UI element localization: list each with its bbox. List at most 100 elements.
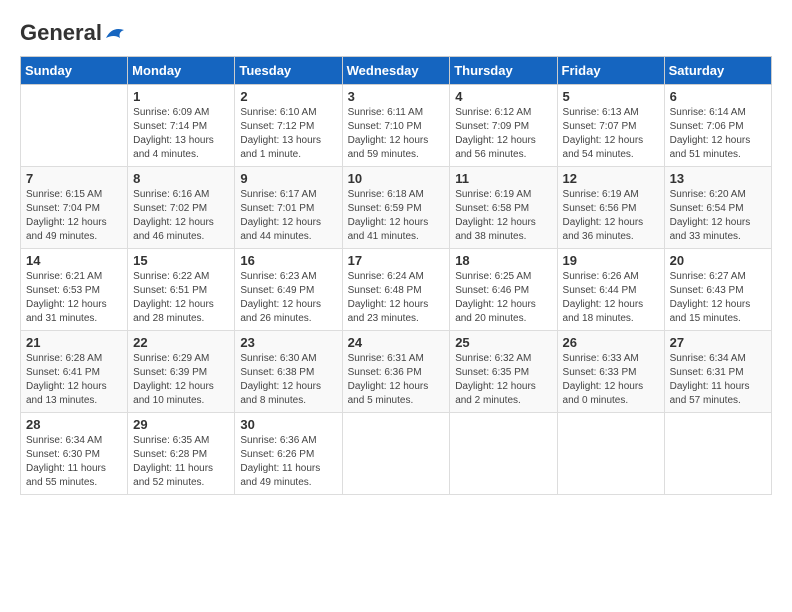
calendar-cell <box>342 413 450 495</box>
calendar-cell: 9Sunrise: 6:17 AMSunset: 7:01 PMDaylight… <box>235 167 342 249</box>
calendar-body: 1Sunrise: 6:09 AMSunset: 7:14 PMDaylight… <box>21 85 772 495</box>
day-number: 4 <box>455 89 551 104</box>
sunrise-text: Sunrise: 6:27 AM <box>670 270 766 284</box>
sunset-text: Sunset: 7:02 PM <box>133 202 229 216</box>
logo-bird-icon <box>104 24 126 42</box>
day-info: Sunrise: 6:24 AMSunset: 6:48 PMDaylight:… <box>348 270 445 326</box>
day-info: Sunrise: 6:27 AMSunset: 6:43 PMDaylight:… <box>670 270 766 326</box>
sunset-text: Sunset: 6:43 PM <box>670 284 766 298</box>
sunset-text: Sunset: 6:28 PM <box>133 448 229 462</box>
daylight-text: Daylight: 12 hours and 51 minutes. <box>670 134 766 162</box>
sunset-text: Sunset: 7:12 PM <box>240 120 336 134</box>
day-info: Sunrise: 6:29 AMSunset: 6:39 PMDaylight:… <box>133 352 229 408</box>
sunrise-text: Sunrise: 6:30 AM <box>240 352 336 366</box>
sunrise-text: Sunrise: 6:15 AM <box>26 188 122 202</box>
day-info: Sunrise: 6:09 AMSunset: 7:14 PMDaylight:… <box>133 106 229 162</box>
sunset-text: Sunset: 7:01 PM <box>240 202 336 216</box>
day-number: 23 <box>240 335 336 350</box>
calendar-cell: 25 Sunrise: 6:32 AMSunset: 6:35 PMDayligh… <box>450 331 557 413</box>
day-info: Sunrise: 6:32 AMSunset: 6:35 PMDaylight:… <box>455 352 551 408</box>
sunset-text: Sunset: 7:09 PM <box>455 120 551 134</box>
day-number: 10 <box>348 171 445 186</box>
day-info: Sunrise: 6:25 AMSunset: 6:46 PMDaylight:… <box>455 270 551 326</box>
sunrise-text: Sunrise: 6:34 AM <box>26 434 122 448</box>
calendar-week-row: 7Sunrise: 6:15 AMSunset: 7:04 PMDaylight… <box>21 167 772 249</box>
sunset-text: Sunset: 7:10 PM <box>348 120 445 134</box>
sunrise-text: Sunrise: 6:24 AM <box>348 270 445 284</box>
day-of-week-header: Sunday <box>21 57 128 85</box>
calendar-cell: 26Sunrise: 6:33 AMSunset: 6:33 PMDayligh… <box>557 331 664 413</box>
day-info: Sunrise: 6:36 AMSunset: 6:26 PMDaylight:… <box>240 434 336 490</box>
day-info: Sunrise: 6:28 AMSunset: 6:41 PMDaylight:… <box>26 352 122 408</box>
day-info: Sunrise: 6:10 AMSunset: 7:12 PMDaylight:… <box>240 106 336 162</box>
sunrise-text: Sunrise: 6:29 AM <box>133 352 229 366</box>
daylight-text: Daylight: 12 hours and 31 minutes. <box>26 298 122 326</box>
day-info: Sunrise: 6:16 AMSunset: 7:02 PMDaylight:… <box>133 188 229 244</box>
sunrise-text: Sunrise: 6:19 AM <box>455 188 551 202</box>
sunset-text: Sunset: 6:26 PM <box>240 448 336 462</box>
sunset-text: Sunset: 6:39 PM <box>133 366 229 380</box>
day-info: Sunrise: 6:30 AMSunset: 6:38 PMDaylight:… <box>240 352 336 408</box>
day-number: 28 <box>26 417 122 432</box>
day-number: 18 <box>455 253 551 268</box>
sunrise-text: Sunrise: 6:28 AM <box>26 352 122 366</box>
day-number: 25 <box>455 335 551 350</box>
sunrise-text: Sunrise: 6:35 AM <box>133 434 229 448</box>
calendar-cell: 27Sunrise: 6:34 AMSunset: 6:31 PMDayligh… <box>664 331 771 413</box>
day-info: Sunrise: 6:34 AMSunset: 6:31 PMDaylight:… <box>670 352 766 408</box>
day-of-week-header: Thursday <box>450 57 557 85</box>
calendar-cell <box>664 413 771 495</box>
daylight-text: Daylight: 12 hours and 2 minutes. <box>455 380 551 408</box>
sunset-text: Sunset: 6:38 PM <box>240 366 336 380</box>
sunset-text: Sunset: 7:14 PM <box>133 120 229 134</box>
daylight-text: Daylight: 12 hours and 49 minutes. <box>26 216 122 244</box>
sunrise-text: Sunrise: 6:12 AM <box>455 106 551 120</box>
daylight-text: Daylight: 12 hours and 13 minutes. <box>26 380 122 408</box>
sunset-text: Sunset: 7:07 PM <box>563 120 659 134</box>
daylight-text: Daylight: 12 hours and 20 minutes. <box>455 298 551 326</box>
logo-general: General <box>20 20 102 46</box>
calendar-cell: 22 Sunrise: 6:29 AMSunset: 6:39 PMDayligh… <box>128 331 235 413</box>
day-of-week-header: Tuesday <box>235 57 342 85</box>
daylight-text: Daylight: 12 hours and 36 minutes. <box>563 216 659 244</box>
calendar-header-row: SundayMondayTuesdayWednesdayThursdayFrid… <box>21 57 772 85</box>
sunrise-text: Sunrise: 6:13 AM <box>563 106 659 120</box>
sunrise-text: Sunrise: 6:21 AM <box>26 270 122 284</box>
sunset-text: Sunset: 7:04 PM <box>26 202 122 216</box>
daylight-text: Daylight: 12 hours and 18 minutes. <box>563 298 659 326</box>
daylight-text: Daylight: 12 hours and 15 minutes. <box>670 298 766 326</box>
daylight-text: Daylight: 13 hours and 1 minute. <box>240 134 336 162</box>
calendar-week-row: 21Sunrise: 6:28 AMSunset: 6:41 PMDayligh… <box>21 331 772 413</box>
day-info: Sunrise: 6:35 AMSunset: 6:28 PMDaylight:… <box>133 434 229 490</box>
calendar-cell: 30Sunrise: 6:36 AMSunset: 6:26 PMDayligh… <box>235 413 342 495</box>
day-number: 14 <box>26 253 122 268</box>
daylight-text: Daylight: 11 hours and 57 minutes. <box>670 380 766 408</box>
day-number: 29 <box>133 417 229 432</box>
day-of-week-header: Monday <box>128 57 235 85</box>
calendar-cell: 5Sunrise: 6:13 AMSunset: 7:07 PMDaylight… <box>557 85 664 167</box>
sunrise-text: Sunrise: 6:22 AM <box>133 270 229 284</box>
calendar-cell: 1Sunrise: 6:09 AMSunset: 7:14 PMDaylight… <box>128 85 235 167</box>
sunrise-text: Sunrise: 6:17 AM <box>240 188 336 202</box>
sunset-text: Sunset: 6:35 PM <box>455 366 551 380</box>
day-number: 19 <box>563 253 659 268</box>
sunset-text: Sunset: 6:59 PM <box>348 202 445 216</box>
calendar-cell: 18 Sunrise: 6:25 AMSunset: 6:46 PMDayligh… <box>450 249 557 331</box>
calendar-cell: 11Sunrise: 6:19 AMSunset: 6:58 PMDayligh… <box>450 167 557 249</box>
day-info: Sunrise: 6:17 AMSunset: 7:01 PMDaylight:… <box>240 188 336 244</box>
daylight-text: Daylight: 12 hours and 59 minutes. <box>348 134 445 162</box>
daylight-text: Daylight: 12 hours and 41 minutes. <box>348 216 445 244</box>
day-number: 22 <box>133 335 229 350</box>
day-number: 7 <box>26 171 122 186</box>
daylight-text: Daylight: 12 hours and 23 minutes. <box>348 298 445 326</box>
day-number: 13 <box>670 171 766 186</box>
daylight-text: Daylight: 12 hours and 26 minutes. <box>240 298 336 326</box>
day-info: Sunrise: 6:31 AMSunset: 6:36 PMDaylight:… <box>348 352 445 408</box>
sunset-text: Sunset: 6:31 PM <box>670 366 766 380</box>
day-number: 2 <box>240 89 336 104</box>
day-info: Sunrise: 6:21 AMSunset: 6:53 PMDaylight:… <box>26 270 122 326</box>
day-number: 17 <box>348 253 445 268</box>
calendar-cell: 24Sunrise: 6:31 AMSunset: 6:36 PMDayligh… <box>342 331 450 413</box>
calendar-cell: 10Sunrise: 6:18 AMSunset: 6:59 PMDayligh… <box>342 167 450 249</box>
sunrise-text: Sunrise: 6:16 AM <box>133 188 229 202</box>
